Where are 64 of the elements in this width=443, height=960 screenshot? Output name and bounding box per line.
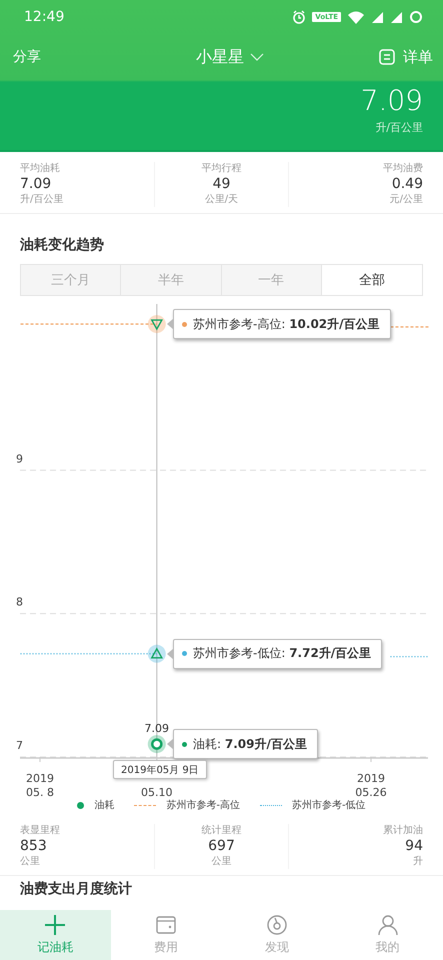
- stat-value: 0.49: [392, 176, 423, 193]
- range-tab[interactable]: 半年: [121, 265, 222, 295]
- range-tab[interactable]: 三个月: [21, 265, 122, 295]
- legend-label: 苏州市参考-高位: [166, 798, 240, 812]
- stat-value: 697: [208, 838, 235, 855]
- nav-tab[interactable]: 发现: [222, 910, 332, 960]
- legend-label: 苏州市参考-低位: [292, 798, 366, 812]
- tooltip-text: 油耗: 7.09升/百公里: [193, 736, 307, 753]
- axis-label: 9: [16, 452, 23, 466]
- axis-label: 2019 05. 8: [26, 772, 54, 799]
- legend-dot: [182, 322, 187, 327]
- stat-unit: 升/百公里: [20, 193, 64, 207]
- value-label: 7.09: [144, 722, 170, 736]
- stat-value: 853: [20, 838, 48, 855]
- triangle-up-icon: [148, 644, 166, 663]
- stat-label: 表显里程: [20, 824, 61, 838]
- stat-unit: 公里: [20, 855, 41, 869]
- stat-unit: 升: [412, 855, 423, 869]
- axis-label: 7: [16, 739, 23, 752]
- legend-dot: [182, 651, 187, 656]
- stat-unit: 公里: [211, 855, 232, 869]
- triangle-down-icon: [148, 315, 166, 334]
- plus-icon: [44, 914, 66, 936]
- nav-tab[interactable]: 我的: [332, 910, 443, 960]
- unit-label: 升/百公里: [375, 120, 423, 135]
- compass-icon: [266, 914, 288, 936]
- stat-value: 94: [405, 838, 423, 855]
- nav-tab[interactable]: 记油耗: [0, 910, 111, 960]
- stat-label: 累计加油: [382, 824, 423, 838]
- tooltip-text: 苏州市参考-高位: 10.02升/百公里: [193, 316, 380, 333]
- date-tooltip: 2019年05月 9日: [113, 760, 207, 779]
- signal-icon: [390, 10, 403, 24]
- data-point: [148, 735, 166, 754]
- section-title: 油耗变化趋势: [19, 236, 105, 255]
- person-icon: [376, 914, 399, 936]
- legend-dot: [182, 742, 187, 747]
- battery-icon: [409, 10, 423, 24]
- stat-label: 平均油费: [382, 162, 423, 176]
- wallet-icon: [155, 914, 178, 936]
- chevron-down-icon: [250, 52, 264, 62]
- stat-label: 平均油耗: [20, 162, 61, 176]
- details-button[interactable]: 详单: [379, 48, 433, 66]
- clock: 12:49: [24, 9, 64, 25]
- legend-label: 油耗: [94, 798, 114, 812]
- alarm-icon: [292, 10, 306, 24]
- vehicle-selector[interactable]: 小星星: [196, 46, 264, 68]
- axis-label: 8: [16, 596, 23, 609]
- range-tab[interactable]: 一年: [222, 265, 322, 295]
- signal-icon: [371, 10, 384, 24]
- stat-value: 7.09: [20, 176, 52, 193]
- stat-value: 49: [212, 176, 230, 193]
- axis-label: 2019 05.26: [355, 772, 387, 799]
- wifi-icon: [347, 10, 365, 24]
- stat-unit: 元/公里: [390, 193, 423, 207]
- section-title: 油费支出月度统计: [19, 880, 133, 897]
- stat-label: 平均行程: [201, 162, 242, 176]
- stat-unit: 公里/天: [204, 193, 238, 207]
- share-button[interactable]: 分享: [13, 48, 41, 66]
- tooltip-text: 苏州市参考-低位: 7.72升/百公里: [193, 645, 372, 662]
- list-icon: [379, 49, 395, 65]
- average-value: 7.09: [360, 84, 423, 118]
- axis-label: 05.10: [141, 786, 173, 799]
- stat-label: 统计里程: [201, 824, 242, 838]
- nav-tab[interactable]: 费用: [110, 910, 222, 960]
